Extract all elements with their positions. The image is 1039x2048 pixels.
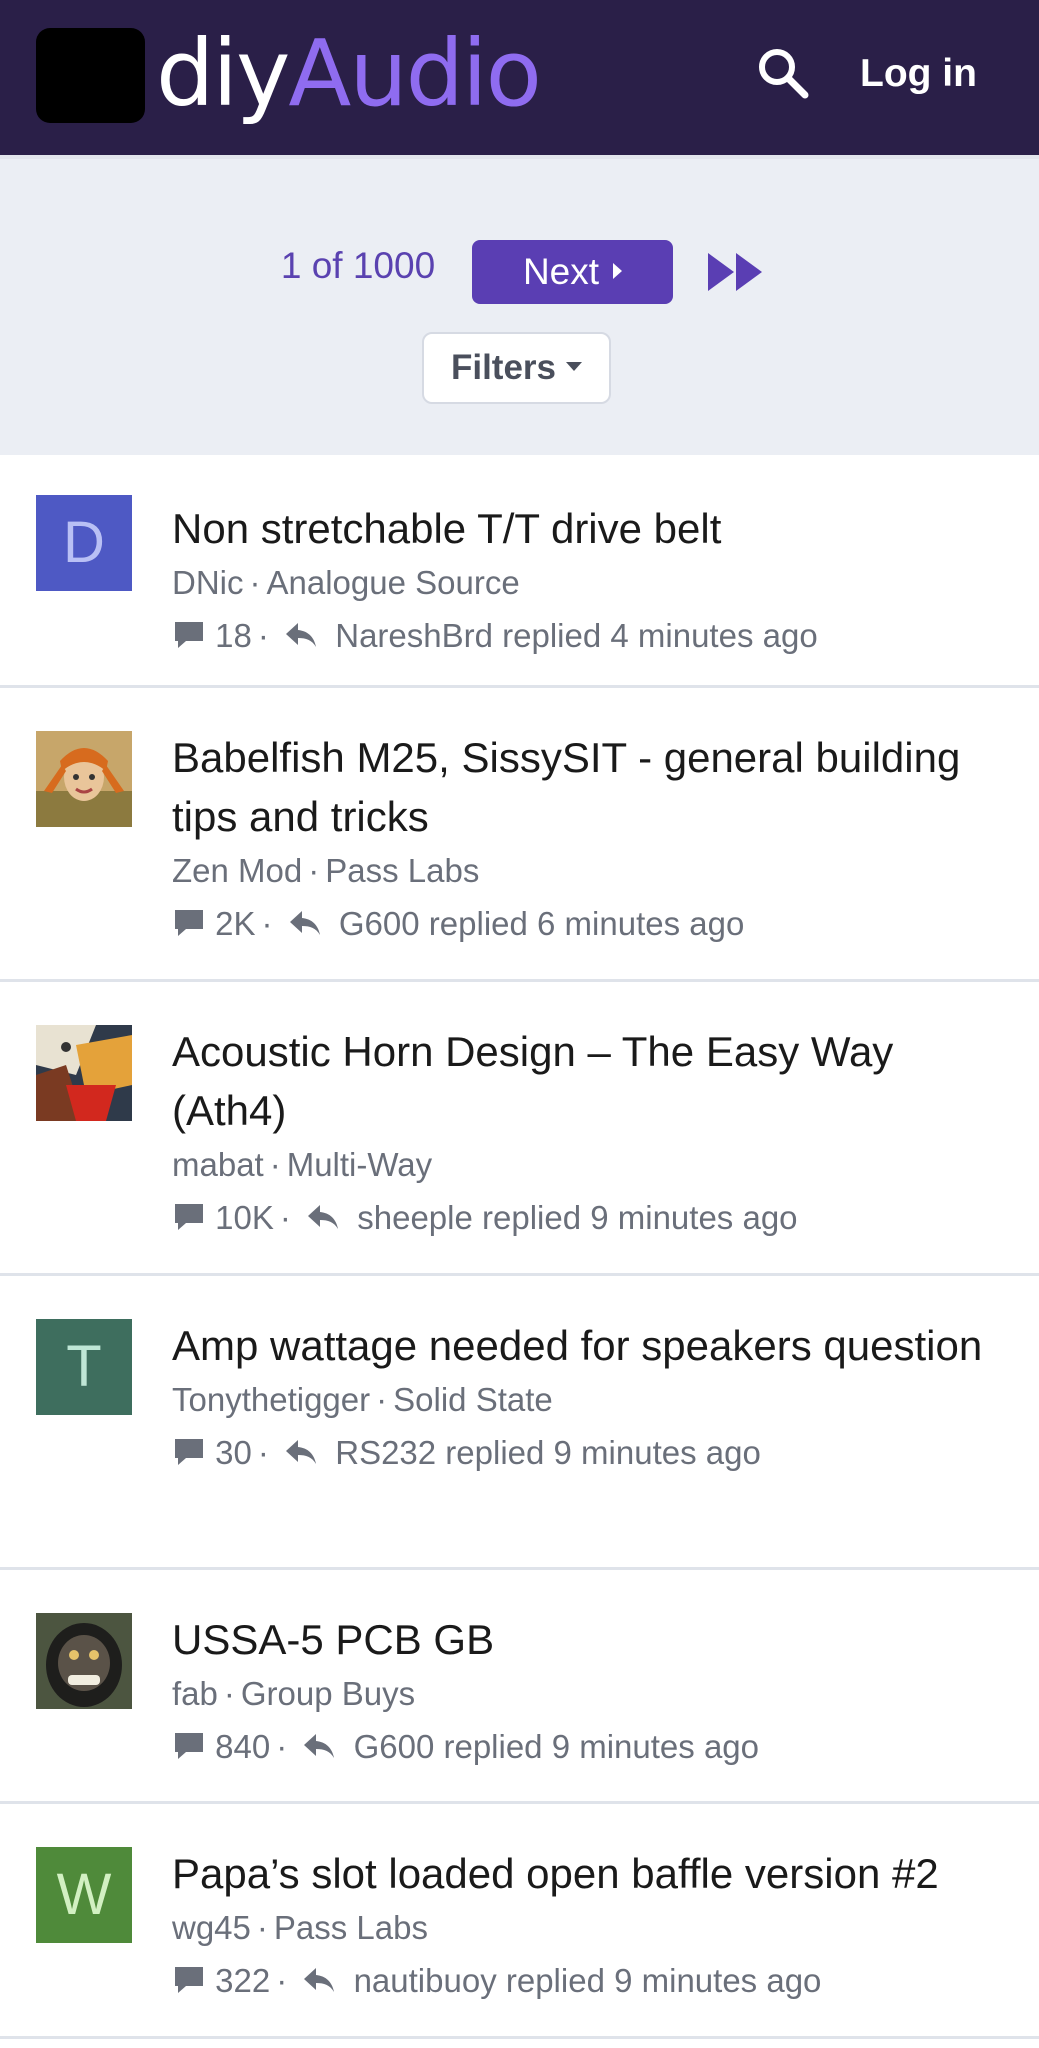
comment-icon (175, 1439, 203, 1466)
pagination-bar: 1 of 1000 Next Filters (0, 155, 1039, 455)
top-bar: diyAudio Log in (0, 0, 1039, 155)
thread-body: USSA-5 PCB GB fab · Group Buys 840 · G600 r… (172, 1610, 1002, 1769)
last-reply[interactable]: RS232 replied 9 minutes ago (335, 1434, 761, 1471)
avatar[interactable]: T (36, 1319, 132, 1415)
avatar-image (36, 1613, 132, 1709)
thread-author[interactable]: wg45 (172, 1909, 251, 1946)
logo-text-diy: diy (156, 20, 290, 127)
page-count[interactable]: 1 of 1000 (268, 241, 448, 291)
thread-list: D Non stretchable T/T drive belt DNic · An… (0, 455, 1039, 2039)
thread-meta: Tonythetigger · Solid State (172, 1381, 553, 1418)
reply-count: 10K (215, 1199, 274, 1236)
reply-arrow-icon (289, 911, 320, 936)
avatar-image (36, 1025, 132, 1121)
thread-title[interactable]: Amp wattage needed for speakers question (172, 1316, 1002, 1375)
thread-item[interactable]: USSA-5 PCB GB fab · Group Buys 840 · G600 r… (0, 1570, 1039, 1804)
thread-title[interactable]: Non stretchable T/T drive belt (172, 499, 1002, 558)
thread-item[interactable]: D Non stretchable T/T drive belt DNic · An… (0, 455, 1039, 688)
search-button[interactable] (756, 46, 810, 100)
last-reply[interactable]: nautibuoy replied 9 minutes ago (354, 1962, 822, 1999)
thread-stats: 2K · G600 replied 6 minutes ago (172, 901, 1002, 946)
last-reply[interactable]: G600 replied 9 minutes ago (354, 1728, 759, 1765)
next-page-button[interactable]: Next (472, 240, 673, 304)
thread-forum[interactable]: Pass Labs (325, 852, 479, 889)
thread-forum[interactable]: Analogue Source (267, 564, 520, 601)
thread-forum[interactable]: Multi-Way (287, 1146, 432, 1183)
thread-meta: fab · Group Buys (172, 1675, 416, 1712)
thread-item[interactable]: T Amp wattage needed for speakers questi… (0, 1276, 1039, 1570)
login-button[interactable]: Log in (860, 48, 977, 100)
avatar-letter: W (56, 1862, 112, 1927)
thread-forum[interactable]: Group Buys (241, 1675, 415, 1712)
thread-body: Amp wattage needed for speakers question… (172, 1316, 1002, 1475)
filters-label: Filters (450, 348, 557, 387)
site-logo[interactable]: diyAudio (156, 14, 542, 134)
last-reply[interactable]: NareshBrd replied 4 minutes ago (335, 617, 817, 654)
thread-title[interactable]: USSA-5 PCB GB (172, 1610, 1002, 1669)
thread-meta: mabat · Multi-Way (172, 1146, 433, 1183)
reply-arrow-icon (286, 623, 317, 648)
thread-meta: DNic · Analogue Source (172, 564, 520, 601)
comment-icon (175, 1733, 203, 1760)
reply-arrow-icon (304, 1734, 335, 1759)
thread-stats: 10K · sheeple replied 9 minutes ago (172, 1195, 1002, 1240)
filters-button[interactable]: Filters (422, 332, 611, 404)
thread-body: Babelfish M25, SissySIT - general buildi… (172, 728, 1002, 946)
thread-stats: 840 · G600 replied 9 minutes ago (172, 1724, 1002, 1769)
caret-down-icon (566, 362, 583, 372)
search-icon (759, 49, 809, 99)
reply-arrow-icon (308, 1205, 339, 1230)
avatar-letter: D (63, 510, 105, 575)
thread-item[interactable]: Babelfish M25, SissySIT - general buildi… (0, 688, 1039, 982)
thread-author[interactable]: Zen Mod (172, 852, 302, 889)
thread-author[interactable]: mabat (172, 1146, 264, 1183)
last-reply[interactable]: G600 replied 6 minutes ago (339, 905, 744, 942)
avatar-image (36, 731, 132, 827)
thread-body: Acoustic Horn Design – The Easy Way (Ath… (172, 1022, 1002, 1240)
thread-author[interactable]: fab (172, 1675, 218, 1712)
thread-meta: wg45 · Pass Labs (172, 1909, 428, 1946)
avatar[interactable] (36, 731, 132, 827)
reply-arrow-icon (286, 1440, 317, 1465)
thread-forum[interactable]: Solid State (393, 1381, 553, 1418)
thread-stats: 18 · NareshBrd replied 4 minutes ago (172, 613, 1002, 658)
thread-item[interactable]: W Papa’s slot loaded open baffle version… (0, 1804, 1039, 2039)
thread-item[interactable]: Acoustic Horn Design – The Easy Way (Ath… (0, 982, 1039, 1276)
avatar[interactable] (36, 1025, 132, 1121)
thread-body: Papa’s slot loaded open baffle version #… (172, 1844, 1002, 2003)
reply-count: 18 (215, 617, 252, 654)
last-page-button[interactable] (706, 251, 766, 293)
thread-stats: 322 · nautibuoy replied 9 minutes ago (172, 1958, 1002, 2003)
logo-text-audio: Audio (288, 20, 541, 127)
reply-count: 322 (215, 1962, 271, 1999)
avatar[interactable]: D (36, 495, 132, 591)
reply-arrow-icon (304, 1968, 335, 1993)
thread-stats: 30 · RS232 replied 9 minutes ago (172, 1430, 1002, 1475)
thread-body: Non stretchable T/T drive belt DNic · Anal… (172, 499, 1002, 658)
avatar[interactable]: W (36, 1847, 132, 1943)
next-page-label: Next (522, 251, 600, 292)
comment-icon (175, 1967, 203, 1994)
avatar-letter: T (66, 1334, 102, 1399)
thread-meta: Zen Mod · Pass Labs (172, 852, 480, 889)
thread-author[interactable]: DNic (172, 564, 244, 601)
comment-icon (175, 910, 203, 937)
fast-forward-icon (708, 253, 762, 291)
reply-count: 2K (215, 905, 256, 942)
last-reply[interactable]: sheeple replied 9 minutes ago (357, 1199, 797, 1236)
comment-icon (175, 622, 203, 649)
reply-count: 840 (215, 1728, 271, 1765)
thread-title[interactable]: Babelfish M25, SissySIT - general buildi… (172, 728, 1002, 846)
thread-title[interactable]: Acoustic Horn Design – The Easy Way (Ath… (172, 1022, 1002, 1140)
comment-icon (175, 1204, 203, 1231)
caret-right-icon (613, 263, 623, 280)
thread-title[interactable]: Papa’s slot loaded open baffle version #… (172, 1844, 1002, 1903)
logo-image[interactable] (36, 28, 145, 123)
thread-forum[interactable]: Pass Labs (274, 1909, 428, 1946)
thread-author[interactable]: Tonythetigger (172, 1381, 370, 1418)
avatar[interactable] (36, 1613, 132, 1709)
reply-count: 30 (215, 1434, 252, 1471)
